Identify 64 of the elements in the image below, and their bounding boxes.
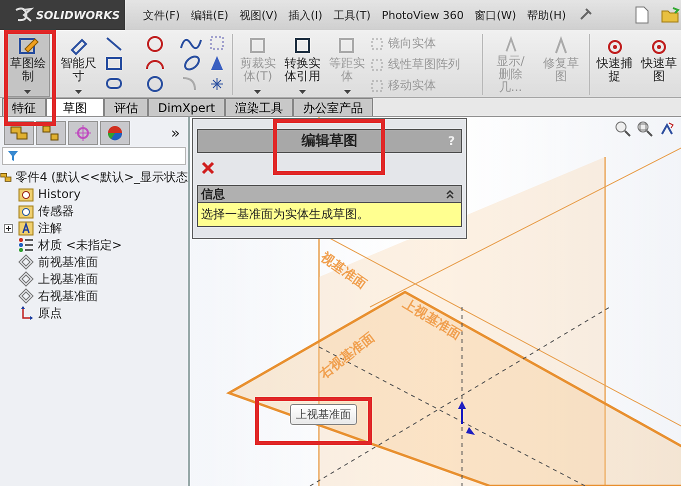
tree-item[interactable]: 零件4 (默认<<默认>_显示状态	[16, 168, 188, 186]
plane-label: 右视基准面	[317, 330, 378, 382]
ribbon-tab[interactable]: 评估	[104, 98, 148, 116]
appearance-tab-icon[interactable]	[100, 121, 130, 145]
expand-icon[interactable]	[4, 224, 13, 232]
tree-item[interactable]: 原点	[38, 304, 62, 322]
panel-title: 编辑草图	[302, 132, 358, 150]
caret-icon[interactable]	[74, 90, 82, 94]
menu-item[interactable]: 窗口(W)	[474, 8, 516, 22]
tree-item[interactable]: History	[38, 187, 81, 201]
ribbon-tab[interactable]: 特征	[2, 98, 46, 116]
toolbar-button[interactable]: 草图绘制	[6, 32, 50, 97]
annotation-folder-icon	[18, 220, 34, 236]
menu-item[interactable]: 编辑(E)	[190, 8, 228, 22]
zoom-area-icon[interactable]	[637, 121, 653, 137]
logo-text: SOLIDWORKS	[36, 8, 120, 22]
previous-view-icon[interactable]	[659, 121, 675, 137]
expand-chevron-icon[interactable]: »	[170, 124, 184, 142]
folder-icon[interactable]	[661, 7, 681, 23]
origin-axes-icon	[458, 401, 475, 435]
ribbon-tab[interactable]: 办公室产品	[293, 98, 374, 116]
toolbar-button[interactable]: 转换实体引用	[280, 32, 324, 97]
tree-item[interactable]: 注解	[38, 220, 62, 236]
tree-item[interactable]: 前视基准面	[38, 254, 98, 270]
toolbar-button[interactable]: 智能尺寸	[56, 32, 100, 97]
menu-item[interactable]: 视图(V)	[239, 8, 278, 22]
tree-item[interactable]: 材质 <未指定>	[38, 236, 122, 254]
plane-icon	[18, 288, 34, 304]
origin-icon	[18, 305, 34, 321]
new-document-icon[interactable]	[634, 6, 650, 24]
filter-icon[interactable]	[7, 150, 19, 162]
sensor-folder-icon	[18, 203, 34, 219]
plane-tooltip: 上视基准面	[290, 404, 357, 425]
material-icon	[18, 237, 34, 253]
sketch-pencil-icon	[16, 35, 39, 57]
ribbon-tab[interactable]: DimXpert	[148, 98, 226, 116]
info-message: 选择一基准面为实体生成草图。	[198, 202, 461, 226]
plane-label: 上视基准面	[400, 296, 464, 343]
logo-icon	[14, 7, 34, 23]
ribbon-tab[interactable]: 草图	[46, 98, 104, 116]
history-folder-icon	[18, 186, 34, 202]
toolbar-button[interactable]: 快速草图	[637, 32, 681, 97]
menu-item[interactable]: 插入(I)	[288, 8, 322, 22]
menu-item[interactable]: 工具(T)	[333, 8, 371, 22]
menu-item[interactable]: 文件(F)	[143, 8, 180, 22]
cancel-icon[interactable]	[201, 161, 215, 175]
plane-label: 视基准面	[318, 250, 369, 292]
ribbon-tab[interactable]: 渲染工具	[225, 98, 294, 116]
section-title: 信息	[201, 186, 225, 202]
plane-icon	[18, 254, 34, 270]
tree-item[interactable]: 传感器	[38, 202, 74, 220]
dashed-square-icon	[370, 36, 384, 50]
menu-item[interactable]: 帮助(H)	[527, 8, 566, 22]
collapse-icon[interactable]	[445, 189, 455, 199]
menu-item[interactable]: PhotoView 360	[382, 8, 464, 22]
zoom-to-fit-icon[interactable]	[615, 121, 631, 137]
plane-icon	[18, 271, 34, 287]
dashed-square-icon	[370, 58, 384, 72]
tree-item[interactable]: 上视基准面	[38, 270, 98, 288]
caret-icon[interactable]	[299, 90, 306, 94]
tree-item[interactable]: 右视基准面	[38, 288, 98, 304]
toolbar-button[interactable]: 快速捕捉	[592, 32, 636, 97]
caret-icon[interactable]	[24, 90, 32, 94]
dashed-square-icon	[370, 78, 384, 92]
